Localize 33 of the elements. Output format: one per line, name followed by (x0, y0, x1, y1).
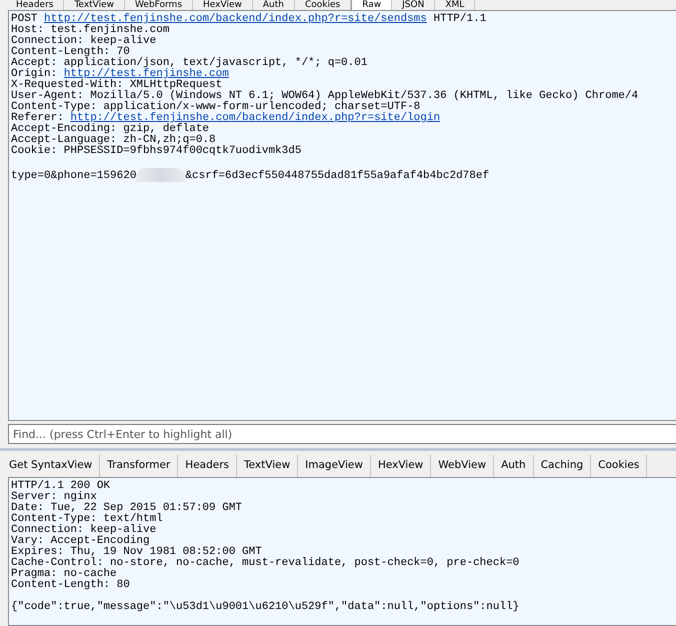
code-line: {"code":true,"message":"\u53d1\u9001\u6210\u529f","data":null,"options":null} (11, 602, 520, 613)
code-line: Content-Length: 70 (11, 47, 130, 58)
code-line: Accept-Language: zh-CN,zh;q=0.8 (11, 135, 216, 146)
code-text: &csrf=6d3ecf550448755dad81f55a9afaf4b4bc2d78ef (185, 170, 490, 182)
tab[interactable]: Caching (534, 455, 592, 477)
code-line: Expires: Thu, 19 Nov 1981 08:52:00 GMT (11, 547, 262, 558)
find-field[interactable]: Find... (press Ctrl+Enter to highlight all) (8, 424, 676, 444)
url-link[interactable]: http://test.fenjinshe.com/backend/index.php?r=site/login (70, 112, 440, 124)
code-line: Vary: Accept-Encoding (11, 536, 150, 547)
code-line: Accept: application/json, text/javascript, */*; q=0.01 (11, 58, 368, 69)
tab[interactable]: Raw (351, 0, 392, 10)
code-line: Cookie: PHPSESSID=9fbhs974f00cqtk7uodivmk3d5 (11, 146, 302, 157)
code-text: type=0&phone=159620 (11, 170, 136, 182)
code-line: Server: nginx (11, 492, 98, 503)
code-line: X-Requested-With: XMLHttpRequest (11, 80, 224, 91)
code-line: User-Agent: Mozilla/5.0 (Windows NT 6.1; WOW64) AppleWebKit/537.36 (KHTML, like Gecko) Chrome/4 (11, 91, 640, 102)
code-line: POST http://test.fenjinshe.com/backend/index.php?r=site/sendsms HTTP/1.1 (11, 14, 488, 25)
code-line: Content-Type: application/x-www-form-urlencoded; charset=UTF-8 (11, 102, 420, 113)
blurred-redaction (136, 168, 186, 182)
code-line: Origin: http://test.fenjinshe.com (11, 69, 230, 80)
code-line: Date: Tue, 22 Sep 2015 01:57:09 GMT (11, 503, 244, 514)
code-line: Pragma: no-cache (11, 569, 117, 580)
code-line: HTTP/1.1 200 OK (11, 481, 112, 492)
code-line: Connection: keep-alive (11, 525, 158, 536)
code-line: Connection: keep-alive (11, 36, 158, 47)
code-line: Content-Length: 80 (11, 580, 131, 591)
code-line: Cache-Control: no-store, no-cache, must-revalidate, post-check=0, pre-check=0 (11, 558, 520, 569)
url-link[interactable]: http://test.fenjinshe.com/backend/index.php?r=site/sendsms (44, 13, 427, 25)
code-line: Accept-Encoding: gzip, deflate (11, 124, 210, 135)
code-line: Content-Type: text/html (11, 514, 164, 525)
code-line: Host: test.fenjinshe.com (11, 25, 170, 36)
code-line: Referer: http://test.fenjinshe.com/backend/index.php?r=site/login (11, 113, 442, 124)
url-link[interactable]: http://test.fenjinshe.com (64, 68, 229, 80)
